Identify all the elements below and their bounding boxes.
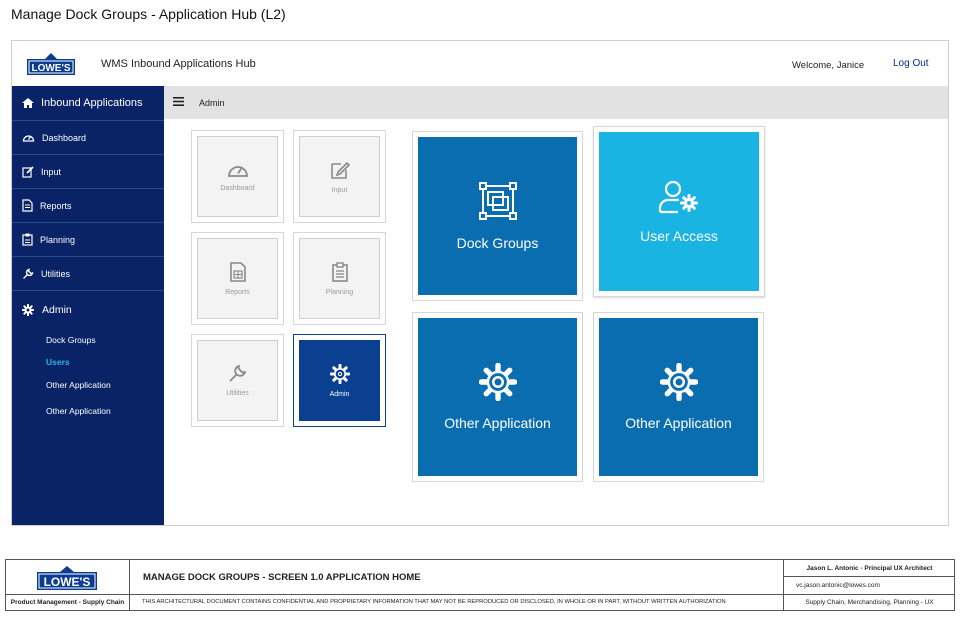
footer-confidential-notice: THIS ARCHITECTURAL DOCUMENT CONTAINS CON… <box>130 595 784 611</box>
sidebar-subitem-users[interactable]: Users <box>12 351 164 373</box>
lowes-logo: LOWE'S <box>36 565 98 591</box>
sidebar-item-reports[interactable]: Reports <box>12 189 164 223</box>
hamburger-menu-icon[interactable] <box>173 97 184 106</box>
breadcrumb-bar: Admin <box>164 86 948 119</box>
footer-department-left: Product Management - Supply Chain <box>6 595 130 611</box>
svg-text:LOWE'S: LOWE'S <box>44 575 91 589</box>
gear-icon <box>659 363 698 401</box>
tile-label: Utilities <box>226 390 249 397</box>
sidebar: Inbound Applications Dashboard Input Rep… <box>12 86 164 525</box>
tile-reports[interactable]: Reports <box>197 238 278 319</box>
big-tile-frame: Other Application <box>593 312 764 482</box>
sidebar-item-admin[interactable]: Admin <box>12 291 164 329</box>
svg-text:LOWE'S: LOWE'S <box>31 63 70 74</box>
big-tile-frame: Other Application <box>412 312 583 482</box>
gear-icon <box>22 304 34 316</box>
clipboard-icon <box>331 261 348 282</box>
home-icon <box>22 98 34 108</box>
sidebar-item-label: Input <box>41 166 62 177</box>
hub-title: WMS Inbound Applications Hub <box>101 58 256 70</box>
sidebar-subitem-other-application[interactable]: Other Application <box>12 374 164 396</box>
tile-other-application[interactable]: Other Application <box>418 318 577 476</box>
clipboard-icon <box>22 233 33 246</box>
footer-logo-cell: LOWE'S <box>6 560 130 595</box>
sidebar-admin-label: Admin <box>42 304 72 316</box>
report-icon <box>229 261 246 282</box>
sidebar-header-label: Inbound Applications <box>41 97 143 109</box>
sidebar-item-label: Planning <box>40 234 76 245</box>
tile-dock-groups[interactable]: Dock Groups <box>418 137 577 295</box>
footer-email: vc.jason.antonic@lowes.com <box>784 577 955 595</box>
footer-title: MANAGE DOCK GROUPS - SCREEN 1.0 APPLICAT… <box>130 560 784 595</box>
small-tile-frame: Input <box>293 130 386 223</box>
logout-link[interactable]: Log Out <box>893 58 929 69</box>
sidebar-item-label: Utilities <box>41 268 71 279</box>
edit-icon <box>22 165 34 178</box>
big-tile-frame: User Access <box>593 126 765 297</box>
user-settings-icon <box>658 180 698 213</box>
tile-label: Other Application <box>625 415 732 431</box>
sidebar-item-planning[interactable]: Planning <box>12 223 164 257</box>
breadcrumb[interactable]: Admin <box>199 98 225 108</box>
report-icon <box>22 199 33 212</box>
tile-user-access[interactable]: User Access <box>599 132 759 291</box>
sidebar-item-label: Dashboard <box>42 132 87 143</box>
dock-groups-icon <box>478 182 517 220</box>
app-window: LOWE'S WMS Inbound Applications Hub Welc… <box>11 40 949 526</box>
sidebar-item-utilities[interactable]: Utilities <box>12 257 164 291</box>
wrench-icon <box>23 268 34 279</box>
tile-label: Dashboard <box>220 185 255 192</box>
tile-other-application[interactable]: Other Application <box>599 318 758 476</box>
tile-label: Input <box>331 186 348 194</box>
welcome-text: Welcome, Janice <box>792 60 865 71</box>
tile-label: User Access <box>640 227 718 244</box>
sidebar-subitem-other-application[interactable]: Other Application <box>12 400 164 422</box>
gear-icon <box>478 363 517 401</box>
tile-dashboard[interactable]: Dashboard <box>197 136 278 217</box>
dashboard-icon <box>22 135 35 142</box>
big-tile-frame: Dock Groups <box>412 131 583 301</box>
small-tile-frame: Admin <box>293 334 386 427</box>
lowes-logo[interactable]: LOWE'S <box>26 52 76 76</box>
top-bar: LOWE'S WMS Inbound Applications Hub Welc… <box>12 41 948 86</box>
document-footer: LOWE'S MANAGE DOCK GROUPS - SCREEN 1.0 A… <box>5 559 955 611</box>
wrench-icon <box>229 364 247 382</box>
edit-icon <box>330 161 350 179</box>
footer-department-right: Supply Chain, Merchandising, Planning - … <box>805 599 934 606</box>
tile-label: Other Application <box>444 415 551 431</box>
tile-admin[interactable]: Admin <box>299 340 380 421</box>
tile-label: Planning <box>325 288 354 296</box>
tile-planning[interactable]: Planning <box>299 238 380 319</box>
tile-input[interactable]: Input <box>299 136 380 217</box>
small-tile-frame: Dashboard <box>191 130 284 223</box>
gear-icon <box>329 363 350 384</box>
sidebar-item-dashboard[interactable]: Dashboard <box>12 121 164 155</box>
document-title: Manage Dock Groups - Application Hub (L2… <box>11 6 286 22</box>
sidebar-header[interactable]: Inbound Applications <box>12 86 164 121</box>
small-tile-frame: Utilities <box>191 334 284 427</box>
dashboard-icon <box>227 166 248 177</box>
footer-author: Jason L. Antonic - Principal UX Architec… <box>784 560 955 577</box>
sidebar-item-label: Reports <box>40 200 72 211</box>
sidebar-subitem-dock-groups[interactable]: Dock Groups <box>12 329 164 351</box>
tile-label: Admin <box>329 390 350 398</box>
tile-label: Dock Groups <box>456 235 539 251</box>
small-tile-frame: Reports <box>191 232 284 325</box>
tile-label: Reports <box>225 288 250 296</box>
tile-utilities[interactable]: Utilities <box>197 340 278 421</box>
sidebar-item-input[interactable]: Input <box>12 155 164 189</box>
small-tile-frame: Planning <box>293 232 386 325</box>
